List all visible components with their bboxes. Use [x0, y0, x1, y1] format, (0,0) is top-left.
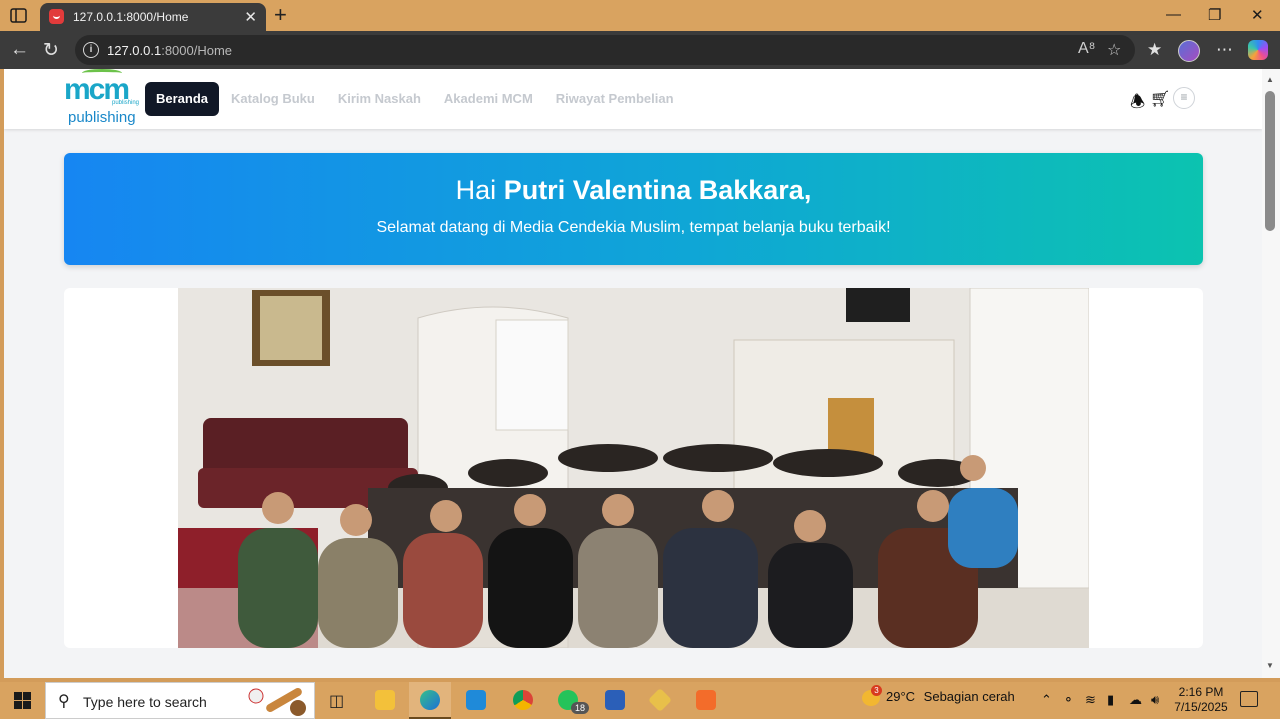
- xampp-icon: [696, 690, 716, 710]
- cart-icon[interactable]: 🛒︎: [1150, 89, 1170, 109]
- windows-start-icon[interactable]: [14, 692, 31, 709]
- site-favicon-icon: [49, 9, 64, 24]
- taskbar-chrome[interactable]: [502, 682, 544, 719]
- more-options-icon[interactable]: ⋯: [1216, 40, 1233, 60]
- main-menu: Beranda Katalog Buku Kirim Naskah Akadem…: [145, 82, 686, 116]
- battery-icon[interactable]: ▮: [1107, 692, 1114, 708]
- search-icon: ⚲: [58, 693, 70, 710]
- welcome-banner: Hai Putri Valentina Bakkara, Selamat dat…: [64, 153, 1203, 265]
- tab-close-icon[interactable]: ✕: [244, 8, 257, 26]
- file-explorer-icon: [375, 690, 395, 710]
- weather-badge: 3: [871, 684, 882, 696]
- restore-icon[interactable]: ❐: [1208, 6, 1221, 24]
- welcome-title: Hai Putri Valentina Bakkara,: [64, 175, 1203, 206]
- nav-riwayat-pembelian[interactable]: Riwayat Pembelian: [545, 82, 685, 116]
- welcome-subtitle: Selamat datang di Media Cendekia Muslim,…: [376, 219, 891, 236]
- address-bar[interactable]: i 127.0.0.1:8000/Home A⁸ ☆: [75, 35, 1135, 65]
- word-icon: [605, 690, 625, 710]
- onedrive-icon[interactable]: ☁: [1129, 692, 1142, 708]
- task-view-icon: ◫: [329, 693, 345, 710]
- mcm-logo[interactable]: mcm publishing publishing: [62, 69, 146, 127]
- site-navbar: mcm publishing publishing Beranda Katalo…: [4, 69, 1262, 129]
- photo-card: [64, 288, 1203, 648]
- taskbar-whatsapp[interactable]: 18: [547, 682, 590, 719]
- whatsapp-badge: 18: [571, 702, 590, 714]
- git-icon: [647, 687, 673, 713]
- title-bar: 127.0.0.1:8000/Home ✕ + — ❐ ✕: [0, 0, 1280, 31]
- weather-widget[interactable]: 3 29°C Sebagian cerah: [862, 684, 1015, 706]
- minimize-icon[interactable]: —: [1166, 6, 1181, 23]
- site-info-icon[interactable]: i: [83, 42, 99, 58]
- edge-icon: [420, 690, 440, 710]
- taskbar-vscode[interactable]: [455, 682, 497, 719]
- address-host: 127.0.0.1: [107, 43, 162, 58]
- window-close-icon[interactable]: ✕: [1251, 6, 1264, 24]
- taskbar-git[interactable]: [639, 682, 681, 719]
- new-tab-button[interactable]: +: [274, 2, 287, 28]
- back-icon[interactable]: ←: [10, 39, 29, 61]
- favorites-icon[interactable]: ★: [1147, 40, 1162, 60]
- refresh-icon[interactable]: ↻: [43, 39, 59, 62]
- vscode-icon: [466, 690, 486, 710]
- favorite-star-icon[interactable]: ☆: [1107, 40, 1121, 60]
- tab-title: 127.0.0.1:8000/Home: [73, 10, 189, 24]
- clock-date: 7/15/2025: [1174, 700, 1228, 714]
- clock[interactable]: 2:16 PM 7/15/2025: [1170, 685, 1232, 715]
- user-name: Putri Valentina Bakkara,: [503, 175, 812, 205]
- bell-icon[interactable]: 🕭︎: [1130, 89, 1145, 118]
- weather-temp: 29°C: [886, 689, 916, 704]
- scroll-up-icon[interactable]: ▲: [1266, 75, 1274, 84]
- nav-kirim-naskah[interactable]: Kirim Naskah: [327, 82, 432, 116]
- weather-sun-icon: 3: [862, 684, 882, 706]
- address-url: 127.0.0.1:8000/Home: [107, 43, 232, 58]
- taskbar-file-explorer[interactable]: [364, 682, 406, 719]
- browser-toolbar: ← ↻ i 127.0.0.1:8000/Home A⁸ ☆ ★ ⋯: [0, 31, 1280, 69]
- clock-time: 2:16 PM: [1178, 685, 1224, 699]
- taskbar-word[interactable]: [594, 682, 636, 719]
- page-viewport: mcm publishing publishing Beranda Katalo…: [4, 69, 1262, 678]
- chrome-icon: [513, 690, 533, 710]
- nav-katalog-buku[interactable]: Katalog Buku: [220, 82, 326, 116]
- weather-desc: Sebagian cerah: [923, 689, 1015, 704]
- search-highlight-icon: [248, 688, 306, 716]
- notification-icon[interactable]: [1240, 691, 1258, 707]
- nav-akademi-mcm[interactable]: Akademi MCM: [433, 82, 544, 116]
- logo-small-text: publishing: [112, 100, 140, 106]
- scroll-down-icon[interactable]: ▼: [1266, 661, 1274, 670]
- task-view-button[interactable]: ◫: [316, 682, 358, 719]
- taskbar: ⚲ Type here to search ◫ 18 3 29°C Sebagia…: [0, 682, 1280, 719]
- volume-icon[interactable]: 🔊︎: [1151, 692, 1159, 708]
- search-placeholder: Type here to search: [83, 694, 207, 710]
- wifi-icon[interactable]: ≋: [1085, 692, 1096, 708]
- taskbar-search[interactable]: ⚲ Type here to search: [45, 682, 315, 719]
- menu-icon[interactable]: ≡: [1173, 87, 1195, 109]
- page-scrollbar[interactable]: ▲ ▼: [1262, 69, 1280, 678]
- taskbar-edge[interactable]: [409, 682, 451, 719]
- profile-avatar[interactable]: [1178, 40, 1200, 62]
- copilot-icon[interactable]: [1248, 40, 1268, 60]
- scroll-thumb[interactable]: [1265, 91, 1275, 231]
- browser-tab[interactable]: 127.0.0.1:8000/Home ✕: [40, 3, 266, 31]
- meet-icon[interactable]: ⚬: [1063, 692, 1074, 708]
- tray-chevron-icon[interactable]: ⌃: [1041, 692, 1052, 708]
- taskbar-xampp[interactable]: [685, 682, 727, 719]
- logo-text: publishing: [68, 109, 136, 126]
- read-aloud-icon[interactable]: A⁸: [1078, 40, 1095, 58]
- address-path: :8000/Home: [161, 43, 233, 58]
- sidebar-toggle-icon[interactable]: [10, 7, 27, 24]
- greeting-prefix: Hai: [455, 175, 504, 205]
- group-photo: [178, 288, 1089, 648]
- nav-beranda[interactable]: Beranda: [145, 82, 220, 116]
